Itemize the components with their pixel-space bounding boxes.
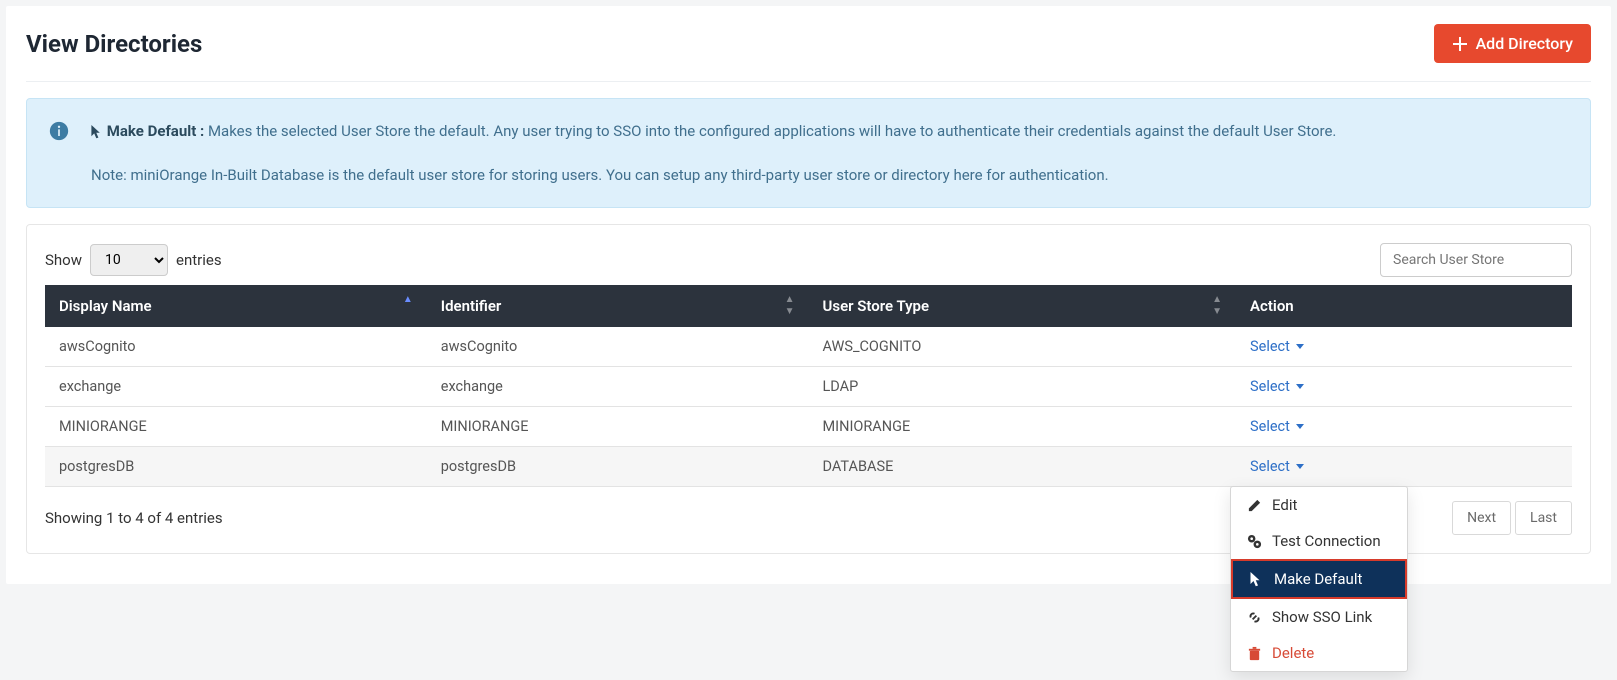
- table-row: awsCognito awsCognito AWS_COGNITO Select: [45, 327, 1572, 367]
- select-action[interactable]: Select: [1250, 458, 1304, 475]
- sort-down-icon: ▼: [1212, 309, 1222, 315]
- select-label: Select: [1250, 338, 1290, 355]
- table-header-row: Display Name ▲ Identifier ▲ ▼ User Store…: [45, 285, 1572, 327]
- trash-icon: [1247, 646, 1262, 661]
- col-display-name[interactable]: Display Name ▲: [45, 285, 427, 327]
- directories-table: Display Name ▲ Identifier ▲ ▼ User Store…: [45, 285, 1572, 487]
- pagination-last[interactable]: Last: [1515, 501, 1572, 535]
- col-identifier-label: Identifier: [441, 297, 502, 315]
- cell-display-name: exchange: [45, 367, 427, 407]
- cell-identifier: awsCognito: [427, 327, 809, 367]
- sort-up-icon: ▲: [403, 297, 413, 303]
- entries-select[interactable]: 10: [90, 244, 168, 276]
- col-identifier[interactable]: Identifier ▲ ▼: [427, 285, 809, 327]
- make-default-label: Make Default :: [107, 122, 205, 140]
- select-label: Select: [1250, 378, 1290, 395]
- info-line-1: Make Default : Makes the selected User S…: [91, 119, 1336, 143]
- select-action[interactable]: Select: [1250, 418, 1304, 435]
- table-body: awsCognito awsCognito AWS_COGNITO Select…: [45, 327, 1572, 487]
- col-action-label: Action: [1250, 297, 1294, 315]
- show-entries-wrap: Show 10 entries: [45, 244, 222, 276]
- cell-user-store-type: DATABASE: [809, 447, 1237, 487]
- dropdown-edit-label: Edit: [1272, 496, 1297, 514]
- col-user-store-type[interactable]: User Store Type ▲ ▼: [809, 285, 1237, 327]
- cell-display-name: MINIORANGE: [45, 407, 427, 447]
- caret-down-icon: [1296, 384, 1304, 389]
- sort-down-icon: ▼: [785, 309, 795, 315]
- dropdown-delete[interactable]: Delete: [1231, 635, 1407, 671]
- cell-user-store-type: MINIORANGE: [809, 407, 1237, 447]
- showing-text: Showing 1 to 4 of 4 entries: [45, 509, 223, 527]
- cell-user-store-type: AWS_COGNITO: [809, 327, 1237, 367]
- select-action[interactable]: Select: [1250, 378, 1304, 395]
- col-action: Action: [1236, 285, 1572, 327]
- caret-down-icon: [1296, 424, 1304, 429]
- info-text-wrap: Make Default : Makes the selected User S…: [91, 119, 1336, 187]
- cell-identifier: postgresDB: [427, 447, 809, 487]
- sort-up-icon: ▲: [785, 297, 795, 303]
- dropdown-make-default[interactable]: Make Default: [1231, 559, 1407, 599]
- make-default-desc: Makes the selected User Store the defaul…: [204, 122, 1336, 140]
- entries-label: entries: [176, 251, 222, 269]
- info-icon: [49, 121, 69, 141]
- table-row: postgresDB postgresDB DATABASE Select: [45, 447, 1572, 487]
- info-icon-wrap: [49, 119, 69, 187]
- sort-up-icon: ▲: [1212, 297, 1222, 303]
- select-label: Select: [1250, 418, 1290, 435]
- dropdown-make-default-label: Make Default: [1274, 570, 1362, 588]
- add-directory-label: Add Directory: [1476, 34, 1573, 53]
- dropdown-test-connection[interactable]: Test Connection: [1231, 523, 1407, 559]
- pagination-next[interactable]: Next: [1452, 501, 1511, 535]
- dropdown-edit[interactable]: Edit: [1231, 487, 1407, 523]
- select-action[interactable]: Select: [1250, 338, 1304, 355]
- dropdown-delete-label: Delete: [1272, 644, 1314, 662]
- plus-icon: [1452, 36, 1468, 52]
- dropdown-show-sso[interactable]: Show SSO Link: [1231, 599, 1407, 635]
- cursor-icon: [91, 125, 103, 139]
- add-directory-button[interactable]: Add Directory: [1434, 24, 1591, 63]
- search-input[interactable]: [1380, 243, 1572, 277]
- col-display-name-label: Display Name: [59, 297, 152, 315]
- cursor-icon: [1249, 572, 1264, 587]
- dropdown-show-sso-label: Show SSO Link: [1272, 608, 1372, 626]
- link-icon: [1247, 610, 1262, 625]
- dropdown-test-label: Test Connection: [1272, 532, 1381, 550]
- info-box: Make Default : Makes the selected User S…: [26, 98, 1591, 208]
- cell-identifier: exchange: [427, 367, 809, 407]
- table-row: MINIORANGE MINIORANGE MINIORANGE Select: [45, 407, 1572, 447]
- cell-user-store-type: LDAP: [809, 367, 1237, 407]
- col-user-store-type-label: User Store Type: [823, 297, 930, 315]
- table-row: exchange exchange LDAP Select: [45, 367, 1572, 407]
- show-label: Show: [45, 251, 82, 269]
- gears-icon: [1247, 534, 1262, 549]
- cell-display-name: postgresDB: [45, 447, 427, 487]
- cell-display-name: awsCognito: [45, 327, 427, 367]
- caret-down-icon: [1296, 464, 1304, 469]
- edit-icon: [1247, 498, 1262, 513]
- page-title: View Directories: [26, 30, 202, 58]
- caret-down-icon: [1296, 344, 1304, 349]
- page-header: View Directories Add Directory: [26, 18, 1591, 82]
- select-label: Select: [1250, 458, 1290, 475]
- pagination: Next Last: [1452, 501, 1572, 535]
- table-controls: Show 10 entries: [45, 243, 1572, 277]
- dropdown-menu: Edit Test Connection Make Default Show S…: [1230, 486, 1408, 672]
- info-note: Note: miniOrange In-Built Database is th…: [91, 163, 1336, 187]
- cell-identifier: MINIORANGE: [427, 407, 809, 447]
